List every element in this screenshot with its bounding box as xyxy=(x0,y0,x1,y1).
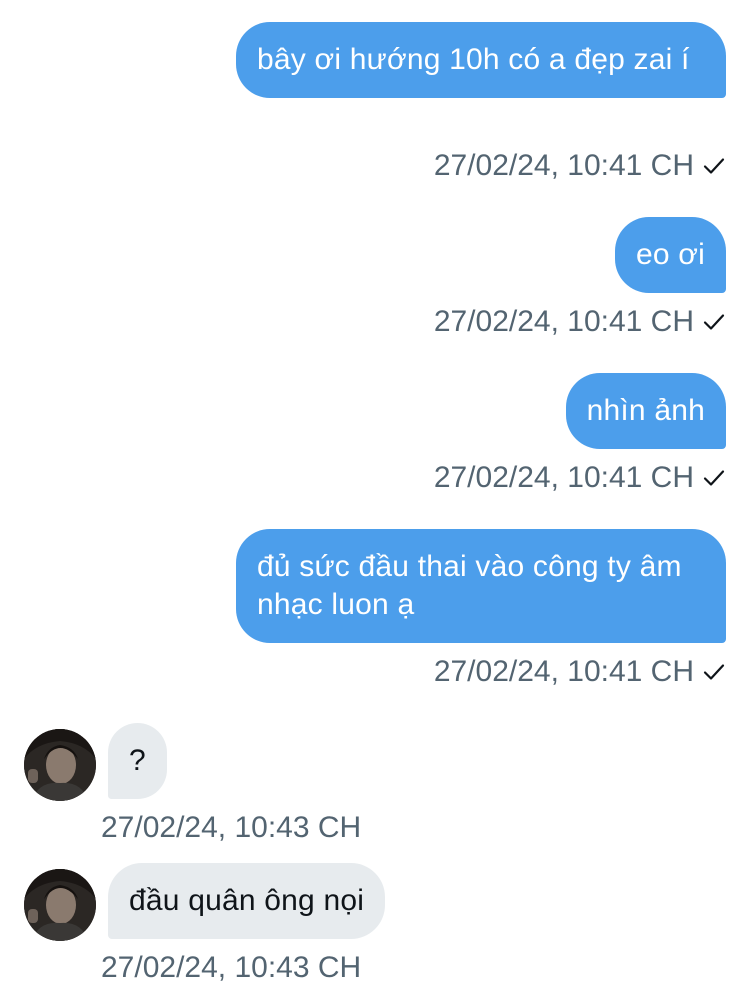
avatar[interactable] xyxy=(24,869,96,941)
avatar-image xyxy=(24,869,96,941)
message-bubble-outgoing[interactable]: đủ sức đầu thai vào công ty âm nhạc luon… xyxy=(236,529,726,643)
message-meta: 27/02/24, 10:41 CH xyxy=(434,460,726,496)
message-timestamp: 27/02/24, 10:41 CH xyxy=(433,461,694,494)
message-text: nhìn ảnh xyxy=(586,394,705,427)
message-bubble-outgoing[interactable]: eo ơi xyxy=(614,217,726,293)
message-timestamp: 27/02/24, 10:41 CH xyxy=(433,149,694,182)
message-timestamp: 27/02/24, 10:43 CH xyxy=(101,811,362,844)
message-text: bây ơi hướng 10h có a đẹp zai í xyxy=(257,43,690,76)
avatar[interactable] xyxy=(24,729,96,801)
message-bubble-outgoing[interactable]: nhìn ảnh xyxy=(565,373,726,449)
message-text: đầu quân ông nọi xyxy=(129,884,365,917)
check-icon xyxy=(703,664,725,680)
message-text: đủ sức đầu thai vào công ty âm nhạc luon… xyxy=(257,550,682,621)
message-bubble-incoming[interactable]: ? xyxy=(108,723,167,799)
message-timestamp: 27/02/24, 10:41 CH xyxy=(433,655,694,688)
check-icon xyxy=(703,470,725,486)
message-timestamp: 27/02/24, 10:43 CH xyxy=(101,951,362,984)
message-bubble-outgoing[interactable]: bây ơi hướng 10h có a đẹp zai í xyxy=(236,22,726,98)
message-meta: 27/02/24, 10:41 CH xyxy=(434,304,726,340)
message-timestamp: 27/02/24, 10:41 CH xyxy=(433,305,694,338)
check-icon xyxy=(703,158,725,174)
message-bubble-incoming[interactable]: đầu quân ông nọi xyxy=(108,863,386,939)
message-meta: 27/02/24, 10:41 CH xyxy=(434,654,726,690)
message-text: ? xyxy=(129,744,146,777)
message-text: eo ơi xyxy=(635,238,705,271)
avatar-image xyxy=(24,729,96,801)
check-icon xyxy=(703,314,725,330)
message-meta: 27/02/24, 10:41 CH xyxy=(434,148,726,184)
